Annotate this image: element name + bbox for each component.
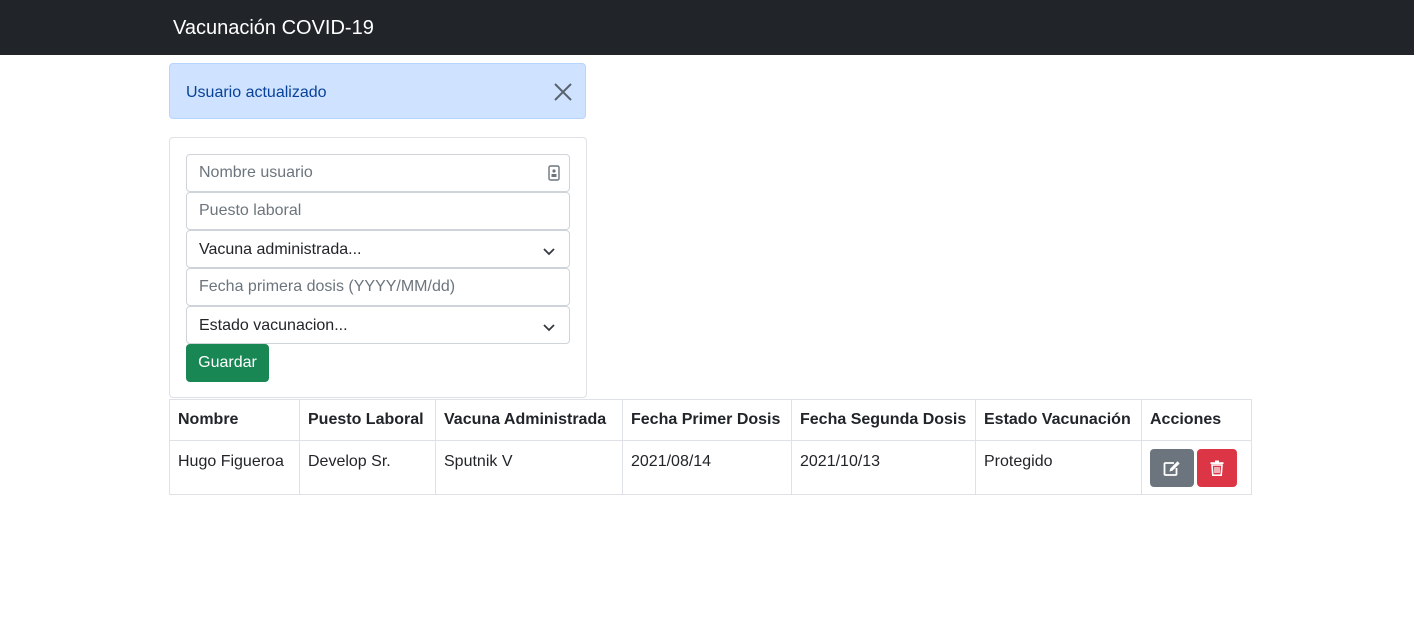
users-table: Nombre Puesto Laboral Vacuna Administrad… xyxy=(169,399,1252,495)
header-puesto: Puesto Laboral xyxy=(299,399,436,441)
vacuna-select[interactable]: Vacuna administrada... xyxy=(186,230,570,268)
header-acciones: Acciones xyxy=(1141,399,1252,441)
navbar-brand[interactable]: Vacunación COVID-19 xyxy=(173,16,374,40)
nombre-usuario-input[interactable] xyxy=(187,155,569,191)
success-alert: Usuario actualizado xyxy=(169,63,586,119)
nombre-usuario-field[interactable] xyxy=(186,154,570,192)
cell-fecha-primer: 2021/08/14 xyxy=(622,440,792,495)
header-nombre: Nombre xyxy=(169,399,300,441)
header-fecha-primer: Fecha Primer Dosis xyxy=(622,399,792,441)
header-vacuna: Vacuna Administrada xyxy=(435,399,623,441)
close-icon[interactable] xyxy=(553,82,573,102)
cell-fecha-segunda: 2021/10/13 xyxy=(791,440,976,495)
navbar: Vacunación COVID-19 xyxy=(0,0,1414,55)
estado-select[interactable]: Estado vacunacion... xyxy=(186,306,570,344)
fecha-primera-dosis-input[interactable] xyxy=(187,269,569,305)
alert-message: Usuario actualizado xyxy=(186,84,327,101)
cell-acciones xyxy=(1141,440,1252,495)
trash-icon xyxy=(1210,460,1224,476)
header-estado: Estado Vacunación xyxy=(975,399,1142,441)
edit-button[interactable] xyxy=(1150,449,1194,487)
chevron-down-icon xyxy=(543,320,555,332)
cell-puesto: Develop Sr. xyxy=(299,440,436,495)
estado-select-value: Estado vacunacion... xyxy=(199,317,348,334)
contact-card-icon xyxy=(548,165,560,181)
header-fecha-segunda: Fecha Segunda Dosis xyxy=(791,399,976,441)
chevron-down-icon xyxy=(543,244,555,256)
cell-vacuna: Sputnik V xyxy=(435,440,623,495)
cell-nombre: Hugo Figueroa xyxy=(169,440,300,495)
delete-button[interactable] xyxy=(1197,449,1237,487)
cell-estado: Protegido xyxy=(975,440,1142,495)
table-row: Hugo Figueroa Develop Sr. Sputnik V 2021… xyxy=(169,440,1252,495)
puesto-laboral-input[interactable] xyxy=(187,193,569,229)
table-header-row: Nombre Puesto Laboral Vacuna Administrad… xyxy=(169,399,1252,441)
puesto-laboral-field[interactable] xyxy=(186,192,570,230)
fecha-primera-dosis-field[interactable] xyxy=(186,268,570,306)
save-button[interactable]: Guardar xyxy=(186,344,269,382)
vacuna-select-value: Vacuna administrada... xyxy=(199,241,362,258)
edit-icon xyxy=(1163,461,1180,476)
